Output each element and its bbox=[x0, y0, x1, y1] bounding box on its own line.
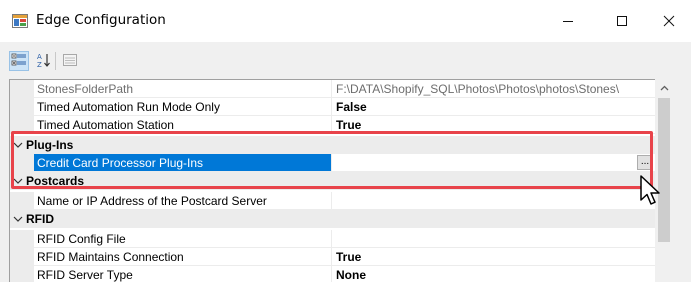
property-row-rfid-config-file[interactable]: RFID Config File bbox=[10, 230, 656, 248]
property-row-stones-folder-path[interactable]: StonesFolderPath F:\DATA\Shopify_SQL\Pho… bbox=[10, 80, 656, 98]
property-value[interactable]: F:\DATA\Shopify_SQL\Photos\Photos\photos… bbox=[332, 80, 656, 98]
property-grid-toolbar: A Z bbox=[0, 42, 691, 74]
property-value[interactable]: True bbox=[332, 116, 656, 134]
close-button[interactable] bbox=[646, 0, 691, 42]
property-row-postcard-server-address[interactable]: Name or IP Address of the Postcard Serve… bbox=[10, 192, 656, 210]
window-title: Edge Configuration bbox=[36, 12, 166, 28]
category-label: Postcards bbox=[26, 174, 85, 188]
property-pages-icon bbox=[62, 52, 78, 71]
property-pages-button[interactable] bbox=[60, 51, 80, 71]
property-value[interactable] bbox=[332, 192, 656, 210]
alphabetical-sort-button[interactable]: A Z bbox=[34, 51, 54, 71]
chevron-down-icon[interactable] bbox=[12, 174, 24, 188]
scroll-up-arrow-icon[interactable] bbox=[655, 79, 673, 96]
property-name: Timed Automation Station bbox=[34, 116, 332, 134]
maximize-button[interactable] bbox=[599, 0, 645, 42]
property-name: RFID Server Type bbox=[34, 266, 332, 282]
edge-configuration-window: Edge Configuration A Z StonesFolderPath … bbox=[0, 0, 691, 282]
toolbar-separator bbox=[55, 52, 56, 70]
svg-text:A: A bbox=[37, 53, 42, 61]
property-value[interactable]: True bbox=[332, 248, 656, 266]
category-label: RFID bbox=[26, 212, 54, 226]
property-name: RFID Config File bbox=[34, 230, 332, 248]
property-name: StonesFolderPath bbox=[34, 80, 332, 98]
property-name: Timed Automation Run Mode Only bbox=[34, 98, 332, 116]
chevron-down-icon[interactable] bbox=[12, 138, 24, 152]
property-value[interactable] bbox=[332, 230, 656, 248]
category-row-postcards[interactable]: Postcards bbox=[10, 172, 656, 190]
sort-az-icon: A Z bbox=[36, 52, 52, 71]
property-row-rfid-maintains-connection[interactable]: RFID Maintains Connection True bbox=[10, 248, 656, 266]
mouse-cursor-icon bbox=[639, 175, 661, 210]
chevron-down-icon[interactable] bbox=[12, 212, 24, 226]
categorized-view-icon bbox=[11, 52, 27, 71]
svg-text:Z: Z bbox=[37, 61, 42, 68]
property-row-timed-automation-run-mode[interactable]: Timed Automation Run Mode Only False bbox=[10, 98, 656, 116]
title-bar: Edge Configuration bbox=[0, 0, 691, 42]
app-icon bbox=[12, 14, 28, 28]
ellipsis-button[interactable]: ... bbox=[637, 155, 653, 170]
category-label: Plug-Ins bbox=[26, 138, 74, 152]
category-row-rfid[interactable]: RFID bbox=[10, 210, 656, 228]
property-name: Credit Card Processor Plug-Ins bbox=[34, 154, 332, 172]
property-grid: StonesFolderPath F:\DATA\Shopify_SQL\Pho… bbox=[9, 79, 673, 282]
property-value[interactable]: False bbox=[332, 98, 656, 116]
property-row-timed-automation-station[interactable]: Timed Automation Station True bbox=[10, 116, 656, 134]
categorized-view-button[interactable] bbox=[9, 51, 29, 71]
property-name: RFID Maintains Connection bbox=[34, 248, 332, 266]
property-row-rfid-server-type[interactable]: RFID Server Type None bbox=[10, 266, 656, 282]
property-row-credit-card-processor-plug-ins[interactable]: Credit Card Processor Plug-Ins ... bbox=[10, 154, 656, 172]
category-row-plug-ins[interactable]: Plug-Ins bbox=[10, 136, 656, 154]
property-value[interactable]: None bbox=[332, 266, 656, 282]
property-value[interactable] bbox=[332, 154, 656, 172]
minimize-button[interactable] bbox=[545, 0, 591, 42]
scrollbar-thumb[interactable] bbox=[658, 98, 670, 242]
property-name: Name or IP Address of the Postcard Serve… bbox=[34, 192, 332, 210]
